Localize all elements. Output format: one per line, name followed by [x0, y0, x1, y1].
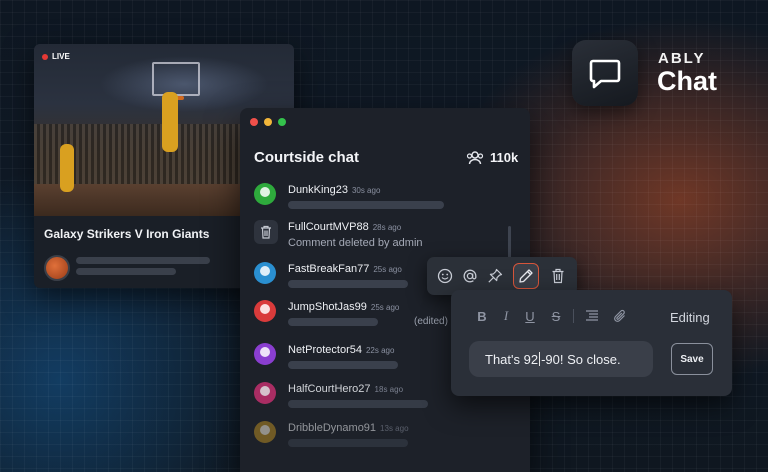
message-editor: B I U S Editing That's 92 -90! So close. … — [451, 290, 732, 396]
paperclip-icon — [614, 309, 625, 322]
chat-title: Courtside chat — [254, 149, 360, 166]
avatar[interactable] — [254, 343, 276, 365]
underline-icon: U — [525, 308, 535, 324]
underline-button[interactable]: U — [521, 307, 539, 325]
username[interactable]: DunkKing23 — [288, 184, 348, 196]
deleted-message[interactable]: FullCourtMVP88 28s ago Comment deleted by… — [254, 220, 514, 260]
live-badge: LIVE — [42, 52, 70, 61]
message-placeholder — [288, 361, 398, 369]
timestamp: 22s ago — [365, 346, 395, 355]
username[interactable]: NetProtector54 — [288, 344, 362, 356]
minimize-window-button[interactable] — [264, 118, 272, 126]
mention-button[interactable] — [457, 263, 483, 289]
chat-bubble-icon — [589, 59, 621, 89]
live-dot-icon — [42, 53, 48, 60]
avatar[interactable] — [254, 262, 276, 284]
timestamp: 13s ago — [380, 424, 409, 433]
username[interactable]: DribbleDynamo91 — [288, 422, 376, 434]
edited-label: (edited) — [414, 316, 448, 327]
backboard — [152, 62, 200, 96]
attach-button[interactable] — [611, 307, 629, 325]
message-placeholder — [288, 439, 408, 447]
avatar[interactable] — [254, 421, 276, 443]
timestamp: 18s ago — [374, 385, 404, 394]
game-title: Galaxy Strikers V Iron Giants — [44, 227, 210, 241]
timestamp: 30s ago — [351, 186, 381, 195]
timestamp: 25s ago — [373, 265, 402, 274]
align-button[interactable] — [583, 307, 601, 325]
pin-icon — [488, 268, 503, 283]
bold-icon: B — [477, 308, 487, 324]
editing-status: Editing — [670, 310, 710, 325]
maximize-window-button[interactable] — [278, 118, 286, 126]
avatar[interactable] — [254, 300, 276, 322]
placeholder-line — [76, 268, 176, 275]
avatar[interactable] — [254, 382, 276, 404]
username[interactable]: JumpShotJas99 — [288, 301, 367, 313]
strikethrough-icon: S — [551, 308, 561, 324]
deleted-notice: Comment deleted by admin — [288, 237, 423, 249]
user-count-value: 110k — [490, 150, 519, 165]
edit-message-input[interactable]: That's 92 -90! So close. — [469, 341, 653, 377]
text-caret — [539, 352, 541, 366]
deleted-indicator — [254, 220, 278, 244]
username[interactable]: FullCourtMVP88 — [288, 221, 369, 233]
message-placeholder — [288, 280, 408, 288]
placeholder-line — [76, 257, 210, 264]
toolbar-divider — [573, 309, 574, 323]
player-defender — [60, 144, 74, 192]
chat-message[interactable]: DunkKing23 30s ago — [254, 183, 514, 223]
trash-icon — [261, 225, 271, 239]
user-count: 110k — [466, 150, 518, 165]
username[interactable]: FastBreakFan77 — [288, 263, 369, 275]
timestamp: 25s ago — [370, 303, 400, 312]
react-button[interactable] — [432, 263, 458, 289]
save-button[interactable]: Save — [671, 343, 713, 375]
close-window-button[interactable] — [250, 118, 258, 126]
brand-name-large: Chat — [657, 66, 717, 96]
brand-name-small: ABLY — [658, 50, 706, 67]
users-icon — [466, 150, 484, 164]
edit-text-after-caret: -90! So close. — [541, 351, 621, 367]
bold-button[interactable]: B — [473, 307, 491, 325]
strikethrough-button[interactable]: S — [547, 307, 565, 325]
timestamp: 28s ago — [372, 223, 402, 232]
pin-button[interactable] — [482, 263, 508, 289]
message-placeholder — [288, 201, 444, 209]
align-icon — [586, 310, 598, 321]
window-controls — [250, 118, 286, 126]
message-placeholder — [288, 400, 428, 408]
live-label: LIVE — [52, 52, 70, 61]
smiley-icon — [437, 268, 453, 284]
player-dunking — [162, 92, 178, 152]
pencil-icon — [519, 269, 533, 283]
edit-button[interactable] — [513, 263, 539, 289]
message-placeholder — [288, 318, 378, 326]
trash-icon — [552, 268, 564, 284]
avatar[interactable] — [254, 183, 276, 205]
delete-button[interactable] — [545, 263, 571, 289]
ably-chat-logo — [572, 40, 638, 106]
username[interactable]: HalfCourtHero27 — [288, 383, 371, 395]
basketball-avatar — [44, 255, 70, 281]
at-sign-icon — [463, 269, 477, 283]
edit-text-before-caret: That's 92 — [485, 351, 539, 367]
italic-icon: I — [503, 308, 509, 323]
chat-message[interactable]: DribbleDynamo91 13s ago — [254, 421, 514, 461]
italic-button[interactable]: I — [497, 307, 515, 325]
